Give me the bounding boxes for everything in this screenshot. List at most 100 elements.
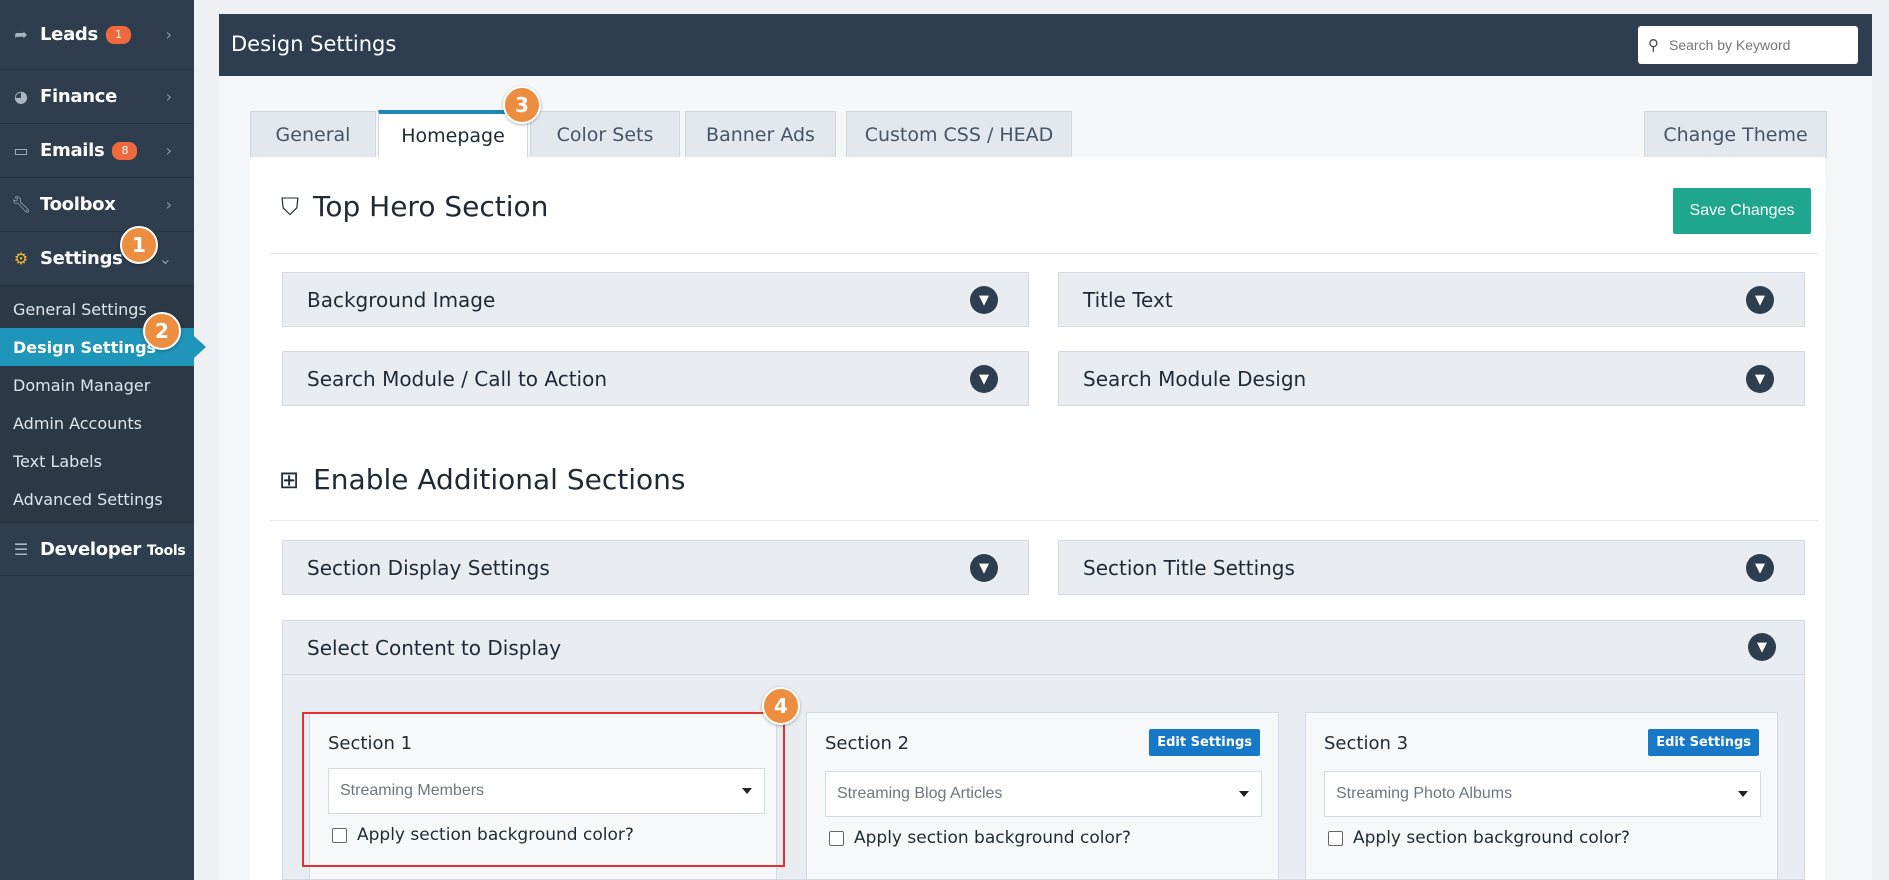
chevron-down-icon[interactable]: ▼ xyxy=(970,286,998,314)
sidebar-item-emails[interactable]: ▭ Emails 8 › xyxy=(0,124,194,178)
chevron-down-icon[interactable]: ▼ xyxy=(1746,286,1774,314)
developer-tools-label: Tools xyxy=(146,542,186,559)
hero-section-heading: ⛉ Top Hero Section xyxy=(281,190,548,223)
accordion-label: Search Module Design xyxy=(1083,366,1307,391)
checkbox-label: Apply section background color? xyxy=(1353,828,1630,848)
additional-sections-heading: ⊞ Enable Additional Sections xyxy=(279,463,685,496)
page-title: Design Settings xyxy=(231,32,397,56)
subnav-text-labels[interactable]: Text Labels xyxy=(0,442,194,480)
chevron-down-icon[interactable]: ▼ xyxy=(1746,554,1774,582)
caret-down-icon xyxy=(742,788,752,794)
sitemap-icon: ⊞ xyxy=(279,465,300,494)
subnav-advanced-settings[interactable]: Advanced Settings xyxy=(0,480,194,518)
sidebar-item-label: Settings xyxy=(40,248,123,269)
sidebar-item-leads[interactable]: ➦ Leads 1 › xyxy=(0,0,194,70)
accordion-label: Background Image xyxy=(307,287,496,312)
step-marker-4: 4 xyxy=(762,687,800,725)
gear-icon: ⚙ xyxy=(13,249,29,268)
additional-sections-title: Enable Additional Sections xyxy=(313,463,686,496)
sidebar-item-toolbox[interactable]: 🔧︎ Toolbox › xyxy=(0,178,194,232)
caret-down-icon xyxy=(1239,791,1249,797)
subnav-domain-manager[interactable]: Domain Manager xyxy=(0,366,194,404)
tab-homepage[interactable]: Homepage xyxy=(378,110,528,158)
select-value: Streaming Photo Albums xyxy=(1336,785,1513,802)
tab-change-theme[interactable]: Change Theme xyxy=(1644,111,1827,158)
accordion-label: Title Text xyxy=(1083,287,1173,312)
sidebar-item-label: Finance xyxy=(40,86,118,107)
share-arrow-icon: ➦ xyxy=(14,25,28,44)
checkbox-label: Apply section background color? xyxy=(854,828,1131,848)
step-marker-3: 3 xyxy=(503,86,541,124)
step-marker-1: 1 xyxy=(120,226,158,264)
hero-section-title: Top Hero Section xyxy=(313,190,549,223)
section-3-card: Section 3 Edit Settings Streaming Photo … xyxy=(1305,712,1778,880)
tab-custom-css[interactable]: Custom CSS / HEAD xyxy=(846,111,1072,158)
accordion-section-display-settings[interactable]: Section Display Settings ▼ xyxy=(282,540,1029,595)
developer-label: Developer xyxy=(40,538,141,560)
section-2-bg-checkbox[interactable]: Apply section background color? xyxy=(829,828,1131,848)
accordion-label: Section Title Settings xyxy=(1083,555,1295,580)
chevron-right-icon: › xyxy=(165,195,172,214)
pie-chart-icon: ◕ xyxy=(14,87,28,106)
chevron-down-icon[interactable]: ▼ xyxy=(1746,365,1774,393)
sidebar-item-settings[interactable]: ⚙ Settings ⌄ xyxy=(0,232,194,286)
section-2-card: Section 2 Edit Settings Streaming Blog A… xyxy=(806,712,1279,880)
accordion-section-title-settings[interactable]: Section Title Settings ▼ xyxy=(1058,540,1805,595)
checkbox-label: Apply section background color? xyxy=(357,825,634,845)
tab-banner-ads[interactable]: Banner Ads xyxy=(685,111,836,158)
inbox-icon: ▭ xyxy=(13,141,29,160)
chevron-right-icon: › xyxy=(165,87,172,106)
section-title: Section 1 xyxy=(328,733,413,754)
accordion-label: Section Display Settings xyxy=(307,555,550,580)
divider xyxy=(270,520,1818,521)
chevron-down-icon: ⌄ xyxy=(158,249,172,268)
emails-count-badge: 8 xyxy=(112,141,138,160)
wrench-icon: 🔧︎ xyxy=(10,195,32,214)
chevron-down-icon[interactable]: ▼ xyxy=(1748,633,1776,661)
section-3-content-select[interactable]: Streaming Photo Albums xyxy=(1324,771,1761,817)
subnav-admin-accounts[interactable]: Admin Accounts xyxy=(0,404,194,442)
page-header: Design Settings ⚲ xyxy=(219,14,1872,76)
accordion-label: Search Module / Call to Action xyxy=(307,366,608,391)
sidebar-item-finance[interactable]: ◕ Finance › xyxy=(0,70,194,124)
section-2-content-select[interactable]: Streaming Blog Articles xyxy=(825,771,1262,817)
section-title: Section 2 xyxy=(825,733,910,754)
sidebar-item-label: Toolbox xyxy=(40,194,116,215)
divider xyxy=(270,253,1818,254)
edit-settings-button[interactable]: Edit Settings xyxy=(1648,729,1759,756)
section-3-bg-checkbox[interactable]: Apply section background color? xyxy=(1328,828,1630,848)
tab-general[interactable]: General xyxy=(250,111,376,158)
chevron-right-icon: › xyxy=(165,25,172,44)
section-1-bg-checkbox[interactable]: Apply section background color? xyxy=(332,825,634,845)
checkbox[interactable] xyxy=(332,827,347,843)
accordion-background-image[interactable]: Background Image ▼ xyxy=(282,272,1029,327)
sliders-icon: ☰ xyxy=(13,539,29,559)
edit-settings-button[interactable]: Edit Settings xyxy=(1149,729,1260,756)
search-input[interactable] xyxy=(1669,37,1829,53)
accordion-search-module-cta[interactable]: Search Module / Call to Action ▼ xyxy=(282,351,1029,406)
chevron-right-icon: › xyxy=(165,141,172,160)
section-title: Section 3 xyxy=(1324,733,1409,754)
select-value: Streaming Members xyxy=(340,782,485,799)
step-marker-2: 2 xyxy=(143,312,181,350)
accordion-search-module-design[interactable]: Search Module Design ▼ xyxy=(1058,351,1805,406)
checkbox[interactable] xyxy=(1328,830,1343,846)
section-1-content-select[interactable]: Streaming Members xyxy=(328,768,765,814)
leads-count-badge: 1 xyxy=(105,25,131,44)
select-value: Streaming Blog Articles xyxy=(837,785,1003,802)
sidebar-item-developer[interactable]: ☰ Developer Tools xyxy=(0,522,194,576)
search-icon: ⚲ xyxy=(1648,36,1659,54)
checkbox[interactable] xyxy=(829,830,844,846)
tab-color-sets[interactable]: Color Sets xyxy=(530,111,680,158)
sidebar-item-label: Developer Tools xyxy=(40,538,186,560)
search-box[interactable]: ⚲ xyxy=(1638,26,1858,64)
save-changes-button[interactable]: Save Changes xyxy=(1673,188,1811,234)
section-1-card: Section 1 Streaming Members Apply sectio… xyxy=(309,712,777,880)
accordion-title-text[interactable]: Title Text ▼ xyxy=(1058,272,1805,327)
sidebar-item-label: Leads xyxy=(40,24,98,45)
chevron-down-icon[interactable]: ▼ xyxy=(970,554,998,582)
chevron-down-icon[interactable]: ▼ xyxy=(970,365,998,393)
shield-icon: ⛉ xyxy=(281,192,299,221)
sidebar-item-label: Emails xyxy=(40,140,105,161)
select-content-header[interactable]: Select Content to Display ▼ xyxy=(283,621,1804,675)
